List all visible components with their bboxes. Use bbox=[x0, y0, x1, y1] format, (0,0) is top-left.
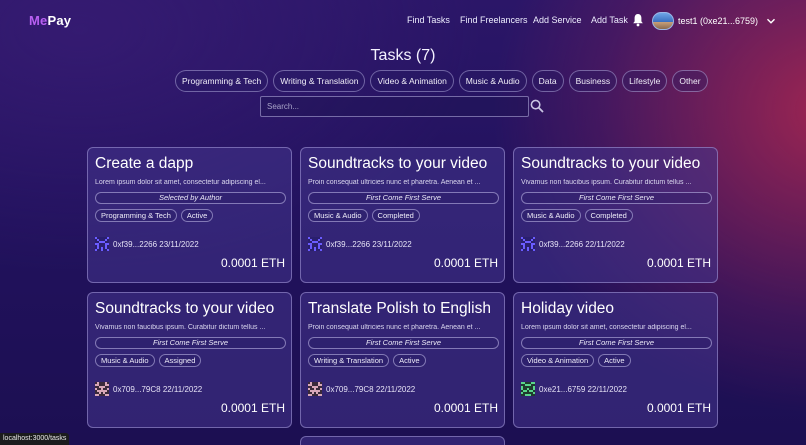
category-other[interactable]: Other bbox=[672, 70, 708, 92]
task-owner: 0xf39...2266 23/11/2022 bbox=[308, 237, 412, 251]
task-title: Translate Polish to English bbox=[308, 300, 491, 317]
selection-method-badge: Selected by Author bbox=[95, 192, 286, 204]
category-data[interactable]: Data bbox=[531, 70, 564, 92]
owner-and-date: 0x709...79C8 22/11/2022 bbox=[326, 384, 416, 394]
task-price: 0.0001 ETH bbox=[433, 401, 498, 415]
task-owner: 0x709...79C8 22/11/2022 bbox=[95, 382, 202, 396]
identicon-icon bbox=[308, 237, 322, 251]
task-card-partial[interactable] bbox=[300, 436, 505, 445]
owner-and-date: 0xf39...2266 23/11/2022 bbox=[113, 239, 199, 249]
category-tag: Programming & Tech bbox=[95, 209, 177, 222]
category-lifestyle[interactable]: Lifestyle bbox=[622, 70, 668, 92]
status-badge: Assigned bbox=[158, 354, 202, 367]
task-tags: Music & Audio Completed bbox=[521, 209, 633, 222]
status-badge: Active bbox=[393, 354, 426, 367]
category-music-audio[interactable]: Music & Audio bbox=[458, 70, 527, 92]
task-card[interactable]: Create a dapp Lorem ipsum dolor sit amet… bbox=[87, 147, 292, 283]
selection-method-badge: First Come First Serve bbox=[308, 192, 499, 204]
owner-and-date: 0xf39...2266 23/11/2022 bbox=[326, 239, 412, 249]
chevron-down-icon bbox=[767, 18, 776, 24]
identicon-icon bbox=[521, 237, 535, 251]
task-description: Vivamus non faucibus ipsum. Curabitur di… bbox=[95, 324, 266, 331]
task-price: 0.0001 ETH bbox=[646, 256, 711, 270]
owner-and-date: 0xe21...6759 22/11/2022 bbox=[539, 384, 627, 394]
task-tags: Music & Audio Assigned bbox=[95, 354, 202, 367]
nav-link-find-freelancers[interactable]: Find Freelancers bbox=[460, 15, 528, 25]
nav-link-add-task[interactable]: Add Task bbox=[591, 15, 628, 25]
page-title: Tasks (7) bbox=[370, 47, 436, 64]
task-price: 0.0001 ETH bbox=[646, 401, 711, 415]
status-badge: Completed bbox=[371, 209, 420, 222]
category-programming-tech[interactable]: Programming & Tech bbox=[175, 70, 269, 92]
task-description: Lorem ipsum dolor sit amet, consectetur … bbox=[521, 324, 692, 331]
task-card[interactable]: Soundtracks to your video Vivamus non fa… bbox=[513, 147, 718, 283]
task-description: Proin consequat ultricies nunc et pharet… bbox=[308, 324, 481, 331]
logo-me: Me bbox=[29, 13, 48, 28]
task-tags: Writing & Translation Active bbox=[308, 354, 426, 367]
status-badge: Active bbox=[180, 209, 214, 222]
task-card[interactable]: Soundtracks to your video Vivamus non fa… bbox=[87, 292, 292, 428]
task-description: Lorem ipsum dolor sit amet, consectetur … bbox=[95, 179, 266, 186]
mepay-logo[interactable]: MePay bbox=[29, 13, 71, 28]
task-tags: Programming & Tech Active bbox=[95, 209, 214, 222]
task-price: 0.0001 ETH bbox=[220, 256, 285, 270]
category-filters: Programming & Tech Writing & Translation… bbox=[175, 70, 708, 92]
task-tags: Music & Audio Completed bbox=[308, 209, 420, 222]
selection-method-badge: First Come First Serve bbox=[308, 337, 499, 349]
task-card[interactable]: Soundtracks to your video Proin consequa… bbox=[300, 147, 505, 283]
task-price: 0.0001 ETH bbox=[220, 401, 285, 415]
owner-and-date: 0x709...79C8 22/11/2022 bbox=[113, 384, 203, 394]
task-owner: 0x709...79C8 22/11/2022 bbox=[308, 382, 415, 396]
task-owner: 0xf39...2266 22/11/2022 bbox=[521, 237, 625, 251]
logo-pay: Pay bbox=[47, 13, 72, 28]
category-tag: Music & Audio bbox=[521, 209, 581, 222]
task-title: Holiday video bbox=[521, 300, 615, 317]
task-title: Create a dapp bbox=[95, 155, 194, 172]
category-tag: Music & Audio bbox=[308, 209, 368, 222]
task-title: Soundtracks to your video bbox=[95, 300, 275, 317]
status-badge: Active bbox=[598, 354, 631, 367]
task-card[interactable]: Holiday video Lorem ipsum dolor sit amet… bbox=[513, 292, 718, 428]
identicon-icon bbox=[521, 382, 535, 396]
user-label: test1 (0xe21...6759) bbox=[678, 16, 759, 26]
search-icon[interactable] bbox=[530, 99, 544, 113]
task-price: 0.0001 ETH bbox=[433, 256, 498, 270]
top-navbar: MePay Find Tasks Find Freelancers Add Se… bbox=[0, 0, 806, 42]
search-input[interactable] bbox=[260, 96, 529, 117]
category-video-animation[interactable]: Video & Animation bbox=[370, 70, 454, 92]
task-description: Proin consequat ultricies nunc et pharet… bbox=[308, 179, 481, 186]
identicon-icon bbox=[308, 382, 322, 396]
user-menu[interactable]: test1 (0xe21...6759) bbox=[652, 11, 776, 31]
task-owner: 0xe21...6759 22/11/2022 bbox=[521, 382, 627, 396]
identicon-icon bbox=[95, 237, 109, 251]
task-tags: Video & Animation Active bbox=[521, 354, 631, 367]
selection-method-badge: First Come First Serve bbox=[95, 337, 286, 349]
task-title: Soundtracks to your video bbox=[521, 155, 701, 172]
category-tag: Music & Audio bbox=[95, 354, 155, 367]
category-business[interactable]: Business bbox=[568, 70, 618, 92]
avatar bbox=[652, 12, 674, 30]
status-badge: Completed bbox=[584, 209, 633, 222]
browser-status-url: localhost:3000/tasks bbox=[0, 433, 70, 445]
identicon-icon bbox=[95, 382, 109, 396]
nav-link-add-service[interactable]: Add Service bbox=[533, 15, 582, 25]
selection-method-badge: First Come First Serve bbox=[521, 337, 712, 349]
task-owner: 0xf39...2266 23/11/2022 bbox=[95, 237, 199, 251]
task-description: Vivamus non faucibus ipsum. Curabitur di… bbox=[521, 179, 692, 186]
bell-icon[interactable] bbox=[632, 13, 644, 27]
task-title: Soundtracks to your video bbox=[308, 155, 488, 172]
owner-and-date: 0xf39...2266 22/11/2022 bbox=[539, 239, 625, 249]
category-writing-translation[interactable]: Writing & Translation bbox=[273, 70, 366, 92]
nav-link-find-tasks[interactable]: Find Tasks bbox=[407, 15, 450, 25]
selection-method-badge: First Come First Serve bbox=[521, 192, 712, 204]
category-tag: Writing & Translation bbox=[308, 354, 390, 367]
category-tag: Video & Animation bbox=[521, 354, 595, 367]
task-card[interactable]: Translate Polish to English Proin conseq… bbox=[300, 292, 505, 428]
